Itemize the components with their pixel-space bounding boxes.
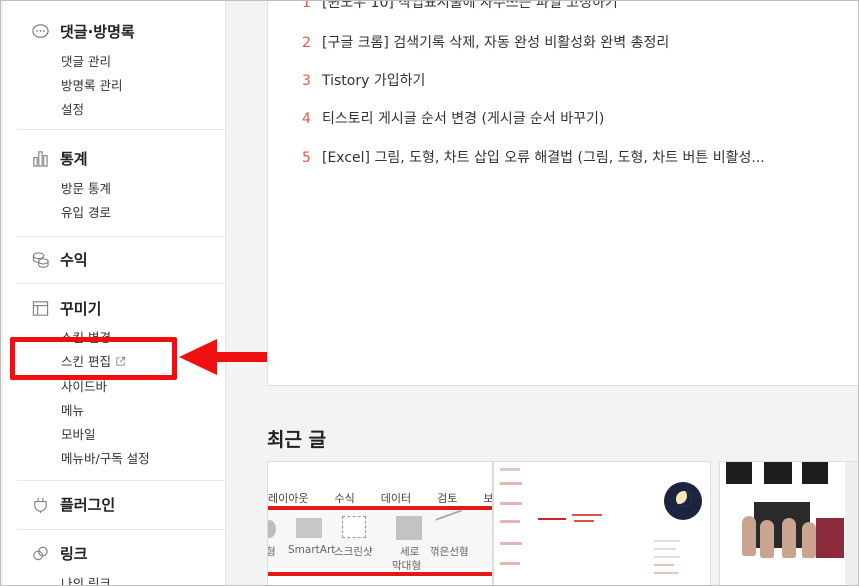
thumbnail-red-line bbox=[268, 572, 492, 576]
line-chart-icon bbox=[436, 509, 462, 545]
thumbnail-line bbox=[500, 482, 522, 485]
layout-icon bbox=[32, 301, 49, 316]
recent-posts-title: 최근 글 bbox=[267, 429, 327, 451]
sidebar-group-revenue[interactable]: 수익 bbox=[31, 249, 88, 270]
popular-post-item[interactable]: 5 [Excel] 그림, 도형, 차트 삽입 오류 해결법 (그림, 도형, 차… bbox=[302, 147, 842, 167]
sidebar-group-label: 통계 bbox=[60, 150, 88, 168]
divider bbox=[17, 236, 226, 237]
thumbnail-figure bbox=[782, 518, 796, 558]
thumbnail-line bbox=[500, 542, 522, 545]
thumbnail-image bbox=[726, 462, 752, 484]
popular-post-item[interactable]: 1 [윈도우 10] 작업표시줄에 자주쓰는 파일 고정하기 bbox=[302, 1, 842, 12]
annotation-highlight-box bbox=[10, 337, 177, 380]
divider bbox=[17, 480, 226, 481]
sidebar-group-label: 댓글·방명록 bbox=[60, 23, 135, 41]
sidebar-group-label: 링크 bbox=[60, 545, 88, 563]
bar-chart-icon bbox=[33, 151, 48, 167]
sidebar-group-comments[interactable]: 댓글·방명록 bbox=[31, 21, 135, 42]
sidebar-group-link[interactable]: 링크 bbox=[31, 543, 88, 564]
popular-post-item[interactable]: 3 Tistory 가입하기 bbox=[302, 70, 842, 90]
thumbnail-image bbox=[816, 518, 844, 558]
shape-icon bbox=[268, 520, 276, 538]
smartart-icon bbox=[296, 518, 322, 538]
sidebar-item-my-links[interactable]: 나의 링크 bbox=[61, 573, 111, 585]
sidebar-item-referrer[interactable]: 유입 경로 bbox=[61, 202, 111, 221]
column-chart-icon bbox=[396, 516, 422, 540]
speech-bubble-icon bbox=[32, 24, 49, 38]
sidebar-group-label: 플러그인 bbox=[60, 496, 116, 514]
thumbnail-line bbox=[654, 540, 680, 542]
thumbnail-note bbox=[574, 520, 594, 522]
sidebar-item-mobile[interactable]: 모바일 bbox=[61, 424, 96, 443]
thumbnail-line bbox=[654, 564, 674, 566]
coins-icon bbox=[32, 252, 49, 268]
thumbnail-ribbon-menu: 레이아웃 수식 데이터 검토 보 bbox=[268, 492, 493, 505]
admin-sidebar: 댓글·방명록 댓글 관리 방명록 관리 설정 통계 방문 통계 유입 경로 수익… bbox=[3, 1, 226, 585]
moon-icon bbox=[664, 482, 702, 520]
thumbnail-image bbox=[764, 462, 792, 484]
thumbnail-line bbox=[500, 502, 522, 505]
thumbnail-ribbon: 형 SmartArt 스크린샷 세로 막대형 꺾은선형 bbox=[268, 509, 492, 572]
popular-post-item[interactable]: 4 티스토리 게시글 순서 변경 (게시글 순서 바꾸기) bbox=[302, 108, 842, 128]
sidebar-item-comment-settings[interactable]: 설정 bbox=[61, 99, 84, 118]
divider bbox=[17, 529, 226, 530]
sidebar-group-plugin[interactable]: 플러그인 bbox=[31, 494, 115, 515]
thumbnail-figure bbox=[760, 520, 774, 558]
divider bbox=[17, 283, 226, 284]
sidebar-group-stats[interactable]: 통계 bbox=[31, 148, 88, 169]
sidebar-group-label: 수익 bbox=[60, 251, 88, 269]
recent-post-thumbnail[interactable] bbox=[719, 461, 858, 585]
thumbnail-note bbox=[572, 514, 602, 516]
screenshot-frame: 댓글·방명록 댓글 관리 방명록 관리 설정 통계 방문 통계 유입 경로 수익… bbox=[0, 0, 859, 586]
sidebar-group-decorate[interactable]: 꾸미기 bbox=[31, 298, 101, 319]
thumbnail-line bbox=[500, 468, 520, 471]
popular-post-item[interactable]: 2 [구글 크롬] 검색기록 삭제, 자동 완성 비활성화 완벽 총정리 bbox=[302, 32, 842, 52]
sidebar-item-visit-stats[interactable]: 방문 통계 bbox=[61, 178, 111, 197]
thumbnail-image bbox=[802, 462, 828, 484]
divider bbox=[17, 129, 226, 130]
recent-post-thumbnail[interactable]: 레이아웃수식데이터검토보 형 SmartArt 스크린샷 세로 막대형 꺾은선형 bbox=[267, 461, 493, 585]
thumbnail-figure bbox=[742, 516, 756, 556]
screenshot-icon bbox=[342, 516, 366, 538]
thumbnail-line bbox=[654, 548, 676, 550]
thumbnail-scrollbar[interactable] bbox=[845, 462, 858, 585]
popular-posts-card: 1 [윈도우 10] 작업표시줄에 자주쓰는 파일 고정하기 2 [구글 크롬] 검… bbox=[267, 1, 858, 386]
thumbnail-line bbox=[500, 520, 520, 523]
thumbnail-line bbox=[500, 562, 520, 565]
sidebar-group-label: 꾸미기 bbox=[60, 300, 102, 318]
link-icon bbox=[33, 546, 48, 561]
plug-icon bbox=[34, 497, 47, 514]
thumbnail-arrow bbox=[538, 518, 566, 520]
thumbnail-figure bbox=[802, 522, 816, 558]
sidebar-item-guestbook-manage[interactable]: 방명록 관리 bbox=[61, 75, 122, 94]
thumbnail-line bbox=[654, 556, 680, 558]
main-content: 1 [윈도우 10] 작업표시줄에 자주쓰는 파일 고정하기 2 [구글 크롬] 검… bbox=[227, 1, 858, 585]
thumbnail-line bbox=[654, 572, 678, 574]
sidebar-item-comment-manage[interactable]: 댓글 관리 bbox=[61, 51, 111, 70]
recent-post-thumbnail[interactable] bbox=[493, 461, 711, 585]
sidebar-item-menu[interactable]: 메뉴 bbox=[61, 400, 84, 419]
sidebar-item-menubar-subscribe[interactable]: 메뉴바/구독 설정 bbox=[61, 448, 150, 467]
